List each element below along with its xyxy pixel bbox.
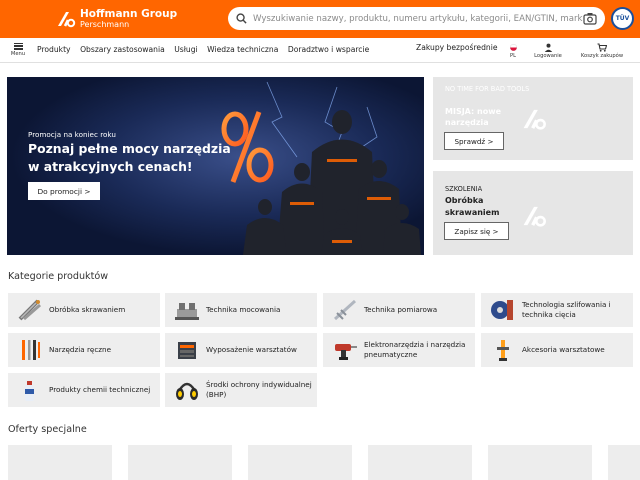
offer-card[interactable] — [608, 445, 640, 480]
category-label: Wyposażenie warsztatów — [206, 345, 297, 354]
cart-label: Koszyk zakupów — [580, 53, 624, 59]
category-label: Technologia szlifowania i technika cięci… — [522, 300, 611, 320]
vise-icon — [175, 303, 199, 320]
category-label: Akcesoria warsztatowe — [522, 345, 605, 354]
nav-link-technical-knowledge[interactable]: Wiedza techniczna — [207, 45, 278, 54]
side-card-training-kicker: SZKOLENIA — [445, 185, 483, 193]
caliper-icon — [333, 299, 357, 321]
check-button[interactable]: Sprawdź > — [444, 132, 504, 150]
side-card-mission-title-line1: MISJA: nowe — [445, 107, 502, 116]
category-power-tools[interactable]: Elektronarzędzia i narzędzia pneumatyczn… — [323, 333, 475, 367]
hoffmann-logo-icon — [523, 109, 546, 130]
promotion-button[interactable]: Do promocji > — [28, 182, 100, 200]
category-label-line2: technika cięcia — [522, 310, 576, 319]
cart-button[interactable]: Koszyk zakupów — [578, 42, 626, 59]
hero-text: Promocja na koniec roku Poznaj pełne moc… — [28, 130, 231, 175]
cart-icon — [597, 43, 607, 52]
offer-card[interactable] — [368, 445, 472, 480]
hoffmann-logo-icon — [58, 12, 76, 28]
nav-link-application-areas[interactable]: Obszary zastosowania — [80, 45, 165, 54]
category-label-line2: pneumatyczne — [364, 350, 418, 359]
side-card-mission-kicker: NO TIME FOR BAD TOOLS — [445, 85, 530, 93]
logo-text: Hoffmann Group Perschmann — [80, 7, 178, 30]
hero-title-line1: Poznaj pełne mocy narzędzia — [28, 141, 231, 156]
user-icon — [544, 43, 552, 52]
search-icon[interactable] — [236, 13, 247, 24]
category-workshop-equipment[interactable]: Wyposażenie warsztatów — [165, 333, 317, 367]
login-button[interactable]: Logowanie — [533, 42, 563, 59]
spray-can-icon — [25, 381, 34, 401]
menu-label: Menu — [10, 51, 26, 58]
menu-button[interactable]: Menu — [10, 41, 26, 57]
categories-heading: Kategorie produktów — [8, 271, 109, 282]
hamburger-icon — [10, 42, 26, 50]
language-selector[interactable]: PL — [505, 42, 521, 59]
side-card-training-title-line2: skrawaniem — [445, 208, 500, 217]
offer-card[interactable] — [128, 445, 232, 480]
category-hand-tools[interactable]: Narzędzia ręczne — [8, 333, 160, 367]
category-label: Narzędzia ręczne — [49, 345, 112, 354]
hand-tools-icon — [22, 340, 40, 360]
offer-card[interactable] — [248, 445, 352, 480]
signup-button[interactable]: Zapisz się > — [444, 222, 509, 240]
main-nav: Menu Produkty Obszary zastosowania Usług… — [0, 38, 640, 63]
category-label: Obróbka skrawaniem — [49, 305, 126, 314]
drill-bit-icon — [18, 299, 41, 321]
offer-card[interactable] — [488, 445, 592, 480]
nav-link-services[interactable]: Usługi — [174, 45, 197, 54]
top-bar: Hoffmann Group Perschmann TÜV — [0, 0, 640, 38]
logo[interactable]: Hoffmann Group Perschmann — [56, 7, 177, 31]
category-clamping[interactable]: Technika mocowania — [165, 293, 317, 327]
logo-line1: Hoffmann Group — [80, 7, 178, 20]
nav-link-support[interactable]: Doradztwo i wsparcie — [288, 45, 369, 54]
category-chemical-products[interactable]: Produkty chemii technicznej — [8, 373, 160, 407]
category-label-line1: Technologia szlifowania i — [522, 300, 611, 309]
side-card-training-title-line1: Obróbka — [445, 196, 484, 205]
category-label-line2: (BHP) — [206, 390, 227, 399]
hero-kicker: Promocja na koniec roku — [28, 130, 116, 139]
nav-links: Produkty Obszary zastosowania Usługi Wie… — [37, 45, 379, 54]
category-label: Produkty chemii technicznej — [49, 385, 151, 394]
language-label: PL — [509, 53, 517, 59]
special-offers-heading: Oferty specjalne — [8, 424, 87, 435]
hero-title-line2: w atrakcyjnych cenach! — [28, 159, 193, 174]
ear-protection-icon — [176, 382, 198, 400]
power-drill-icon — [335, 344, 357, 360]
accessories-icon — [497, 340, 509, 361]
tuv-certificate-badge[interactable]: TÜV — [611, 7, 634, 30]
side-card-mission-title-line2: narzędzia — [445, 118, 489, 127]
category-measuring[interactable]: Technika pomiarowa — [323, 293, 475, 327]
camera-search-icon[interactable] — [583, 12, 597, 25]
workbench-icon — [178, 342, 196, 359]
category-ppe[interactable]: Środki ochrony indywidualnej (BHP) — [165, 373, 317, 407]
poland-flag-icon — [509, 44, 517, 51]
nav-link-products[interactable]: Produkty — [37, 45, 71, 54]
direct-purchase-link[interactable]: Zakupy bezpośrednie — [416, 43, 498, 52]
category-label-line1: Środki ochrony indywidualnej — [206, 380, 312, 389]
search-input[interactable] — [253, 13, 583, 24]
category-machining[interactable]: Obróbka skrawaniem — [8, 293, 160, 327]
logo-line2: Perschmann — [80, 19, 130, 29]
category-grinding[interactable]: Technologia szlifowania i technika cięci… — [481, 293, 633, 327]
hoffmann-logo-icon — [523, 206, 546, 227]
tuv-label: TÜV — [615, 15, 630, 22]
category-label: Technika pomiarowa — [364, 305, 438, 314]
category-label: Środki ochrony indywidualnej (BHP) — [206, 380, 312, 400]
category-label: Elektronarzędzia i narzędzia pneumatyczn… — [364, 340, 465, 360]
category-label-line1: Elektronarzędzia i narzędzia — [364, 340, 466, 349]
grinding-disc-icon — [491, 300, 513, 320]
side-card-training[interactable]: SZKOLENIA Obróbka skrawaniem Zapisz się … — [433, 171, 633, 255]
category-workshop-accessories[interactable]: Akcesoria warsztatowe — [481, 333, 633, 367]
login-label: Logowanie — [534, 53, 562, 59]
category-label: Technika mocowania — [206, 305, 281, 314]
side-card-mission[interactable]: NO TIME FOR BAD TOOLS MISJA: nowe narzęd… — [433, 77, 633, 160]
search-box[interactable] — [228, 7, 605, 30]
hero-banner[interactable]: Promocja na koniec roku Poznaj pełne moc… — [7, 77, 424, 255]
offer-card[interactable] — [8, 445, 112, 480]
